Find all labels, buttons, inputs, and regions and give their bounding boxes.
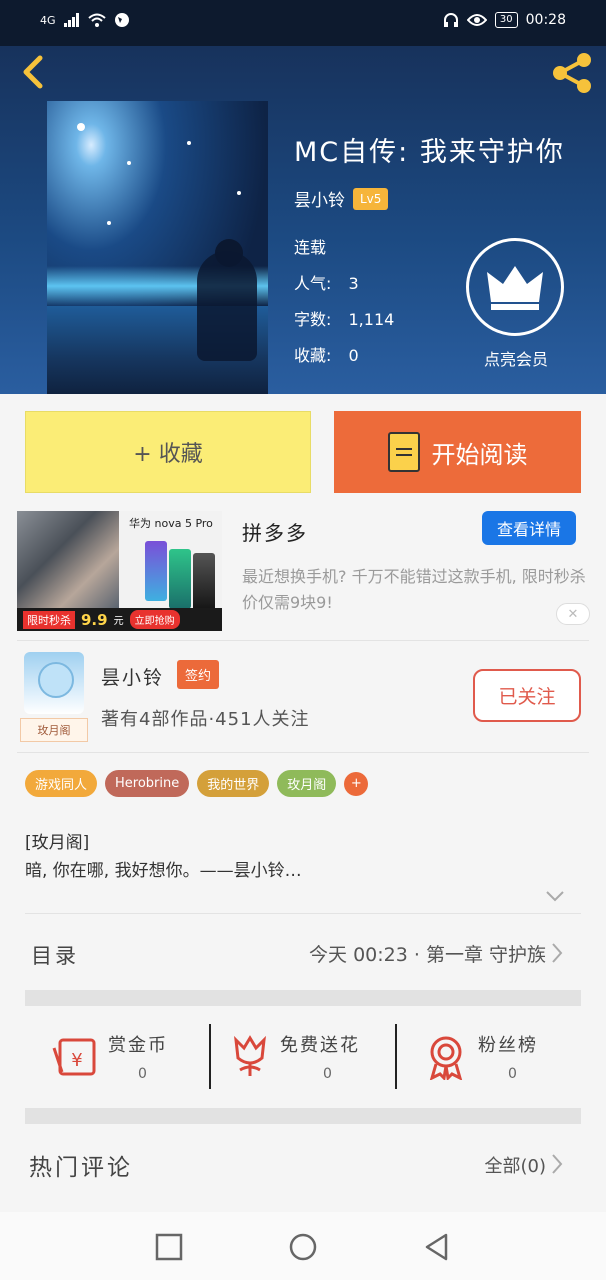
favorites-label: 收藏: [294, 346, 332, 365]
book-icon [387, 432, 420, 472]
book-cover[interactable] [47, 101, 268, 394]
share-icon[interactable] [548, 50, 596, 96]
back-arrow-icon[interactable] [16, 52, 50, 92]
book-status: 连载 [294, 238, 327, 257]
intro-title: [玫月阁] [25, 833, 90, 853]
author-card-name[interactable]: 昙小铃 [101, 663, 164, 690]
collect-button[interactable]: + 收藏 [25, 411, 311, 493]
view-details-button[interactable]: 查看详情 [482, 511, 576, 545]
all-comments-link[interactable]: 全部(0) [485, 1152, 547, 1178]
vertical-divider [209, 1024, 211, 1089]
intro-text[interactable]: 暗, 你在哪, 我好想你。——昙小铃… [25, 856, 302, 881]
status-bar: 4G 30 00:28 [0, 0, 606, 46]
network-type: 4G [40, 13, 56, 27]
popularity-value: 3 [348, 274, 359, 293]
reward-fans-count: 0 [508, 1066, 517, 1082]
reward-coins-count: 0 [138, 1066, 147, 1082]
favorites-row: 收藏: 0 [294, 342, 359, 366]
ad-brand: 拼多多 [242, 521, 308, 545]
globe-icon [114, 13, 129, 27]
start-reading-button[interactable]: 开始阅读 [334, 411, 581, 493]
chevron-down-icon[interactable] [544, 888, 566, 904]
ad-crowd-photo [17, 511, 119, 608]
vertical-divider [395, 1024, 397, 1089]
reward-flowers-count: 0 [323, 1066, 332, 1082]
recents-square-icon[interactable] [154, 1232, 184, 1262]
status-right: 30 00:28 [443, 12, 566, 28]
vip-label: 点亮会员 [483, 350, 548, 369]
author-name[interactable]: 昙小铃 [294, 186, 345, 211]
battery-indicator: 30 [494, 12, 518, 28]
ad-image[interactable]: 华为 nova 5 Pro 限时秒杀 9.9 元 立即抢购 [17, 511, 222, 631]
vip-button[interactable]: 点亮会员 [466, 238, 566, 370]
reward-fans[interactable]: 粉丝榜 0 [426, 1028, 586, 1092]
back-triangle-icon[interactable] [422, 1232, 452, 1262]
latest-chapter[interactable]: 今天 00:23 · 第一章 守护族 [309, 940, 546, 967]
wifi-icon [87, 13, 106, 27]
flower-icon [234, 1035, 266, 1076]
book-title: MC自传: 我来守护你 [294, 137, 565, 168]
hot-comments-label: 热门评论 [29, 1155, 133, 1181]
status-left: 4G [40, 12, 130, 28]
start-reading-label: 开始阅读 [431, 440, 528, 469]
medal-icon [429, 1036, 463, 1080]
tag-chip[interactable]: 玫月阁 [277, 770, 337, 797]
ad-description[interactable]: 最近想换手机? 千万不能错过这款手机, 限时秒杀价仅需9块9! [242, 564, 592, 616]
system-nav-bar [0, 1212, 606, 1280]
section-separator [25, 1108, 581, 1124]
avatar-tag: 玫月阁 [20, 718, 88, 742]
tag-chip[interactable]: 我的世界 [197, 770, 270, 797]
reward-coins[interactable]: ¥ 赏金币 0 [52, 1028, 202, 1092]
reward-flowers[interactable]: 免费送花 0 [230, 1028, 390, 1092]
reward-coins-label: 赏金币 [108, 1035, 168, 1056]
ad-price-unit: 元 [113, 616, 124, 627]
ad-phone-purple [145, 541, 167, 601]
ad-phone-black [193, 553, 215, 613]
crown-icon [487, 266, 543, 310]
status-time: 00:28 [525, 12, 566, 28]
section-separator [25, 990, 581, 1006]
signal-icon [63, 13, 79, 27]
chevron-right-icon[interactable] [550, 941, 564, 965]
more-tags-button[interactable]: + [344, 771, 369, 796]
eye-icon [466, 14, 487, 26]
vip-circle [466, 238, 564, 336]
word-count-row: 字数: 1,114 [294, 306, 394, 330]
svg-text:¥: ¥ [71, 1050, 82, 1071]
follow-button[interactable]: 已关注 [473, 669, 581, 722]
headphones-icon [443, 13, 458, 27]
author-stats: 著有4部作品·451人关注 [101, 709, 310, 730]
tag-chip[interactable]: 游戏同人 [25, 770, 98, 797]
ad-banner: 限时秒杀 9.9 元 立即抢购 [17, 608, 222, 631]
catalog-label[interactable]: 目录 [31, 940, 79, 970]
signed-badge: 签约 [177, 660, 220, 689]
word-count-label: 字数: [294, 310, 332, 329]
divider [17, 640, 589, 641]
popularity-label: 人气: [294, 274, 332, 293]
word-count-value: 1,114 [348, 310, 395, 329]
popularity-row: 人气: 3 [294, 270, 359, 294]
author-row: 昙小铃 Lv5 [294, 186, 389, 211]
ad-phone-title: 华为 nova 5 Pro [129, 517, 213, 530]
divider [25, 913, 581, 914]
reward-flowers-label: 免费送花 [280, 1035, 360, 1056]
home-circle-icon[interactable] [288, 1232, 318, 1262]
ad-buy-now: 立即抢购 [129, 610, 180, 629]
close-ad-icon[interactable]: ✕ [556, 603, 590, 625]
chevron-right-icon[interactable] [550, 1152, 564, 1176]
level-badge: Lv5 [353, 187, 389, 210]
favorites-value: 0 [348, 346, 359, 365]
reward-fans-label: 粉丝榜 [478, 1035, 538, 1056]
red-envelope-icon: ¥ [52, 1038, 96, 1076]
tag-list: 游戏同人 Herobrine 我的世界 玫月阁 + [25, 770, 369, 797]
ad-flash-sale: 限时秒杀 [23, 610, 75, 629]
divider [17, 752, 589, 753]
ad-price: 9.9 [81, 610, 108, 629]
author-avatar[interactable] [24, 652, 84, 714]
tag-chip[interactable]: Herobrine [105, 770, 190, 797]
ad-phone-green [169, 549, 191, 609]
